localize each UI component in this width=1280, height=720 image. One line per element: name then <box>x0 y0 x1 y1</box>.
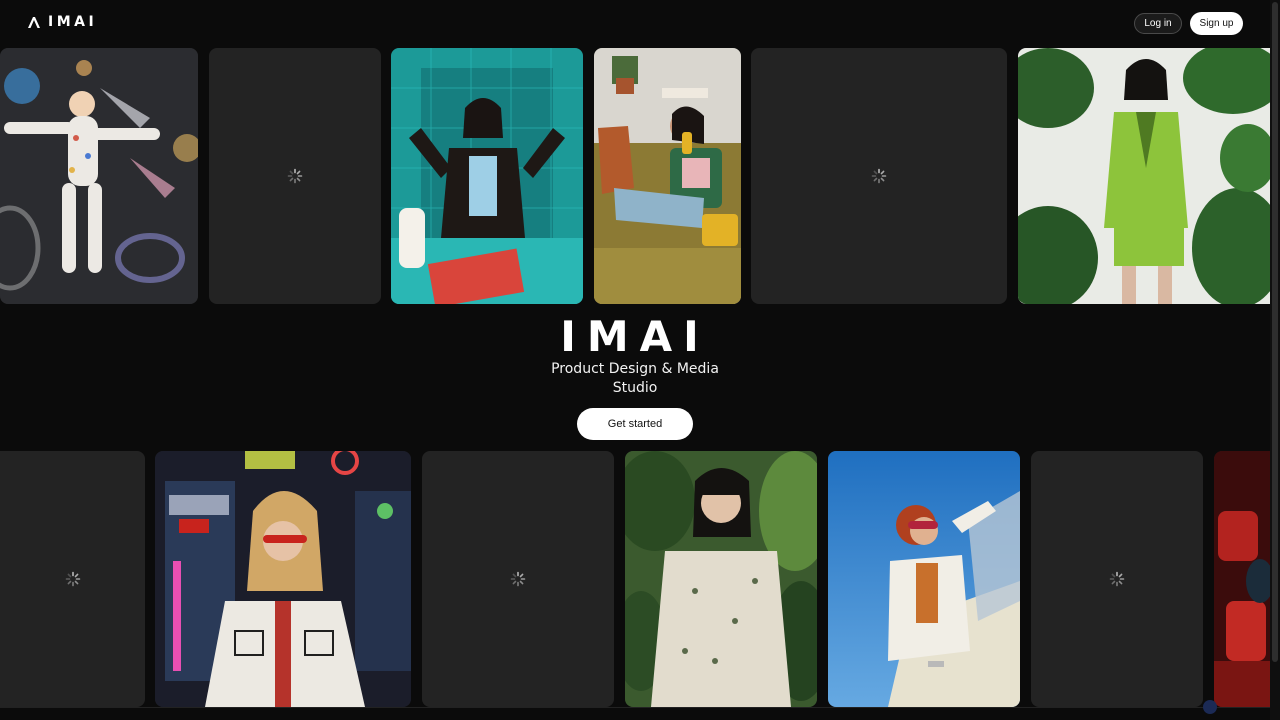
logo[interactable]: IMAI <box>27 14 97 30</box>
help-widget-icon[interactable] <box>1203 700 1217 714</box>
chalk-space-image <box>0 48 198 304</box>
arcade-image <box>155 451 411 707</box>
loading-spinner-icon <box>871 168 887 184</box>
scrollbar-thumb[interactable] <box>1272 2 1278 662</box>
sweater-image <box>625 451 817 707</box>
gallery-image-child-space[interactable] <box>0 48 198 304</box>
loading-spinner-icon <box>510 571 526 587</box>
gallery-loading-card <box>0 451 145 707</box>
cinema-seats-image <box>1214 451 1270 707</box>
hero-subtitle: Product Design & Media Studio <box>551 361 719 396</box>
gallery-image-arcade[interactable] <box>155 451 411 707</box>
hero-title: IMAI <box>560 312 710 361</box>
gallery-loading-card <box>1031 451 1203 707</box>
gallery-image-teal-room[interactable] <box>391 48 583 304</box>
top-nav: IMAI Log in Sign up <box>0 0 1270 48</box>
login-button[interactable]: Log in <box>1134 13 1182 34</box>
logo-text: IMAI <box>48 14 98 30</box>
loading-spinner-icon <box>65 571 80 587</box>
imai-logo-icon <box>28 17 40 28</box>
gallery-loading-card <box>751 48 1007 304</box>
lime-suit-image <box>1018 48 1270 304</box>
loading-spinner-icon <box>1109 571 1125 587</box>
gallery-image-cinema[interactable] <box>1214 451 1270 707</box>
scrollbar[interactable] <box>1270 0 1280 720</box>
signup-button[interactable]: Sign up <box>1190 12 1243 35</box>
gallery-image-sweater[interactable] <box>625 451 817 707</box>
vintage-car-image <box>828 451 1020 707</box>
gallery-loading-card <box>422 451 614 707</box>
get-started-button[interactable]: Get started <box>577 408 693 440</box>
gallery-loading-card <box>209 48 381 304</box>
gallery-image-yellow-phone[interactable] <box>594 48 741 304</box>
gallery-image-vintage-car[interactable] <box>828 451 1020 707</box>
gallery-image-lime-suit[interactable] <box>1018 48 1270 304</box>
teal-room-image <box>391 48 583 304</box>
loading-spinner-icon <box>287 168 303 184</box>
sofa-phone-image <box>594 48 741 304</box>
page-divider <box>0 707 1270 708</box>
